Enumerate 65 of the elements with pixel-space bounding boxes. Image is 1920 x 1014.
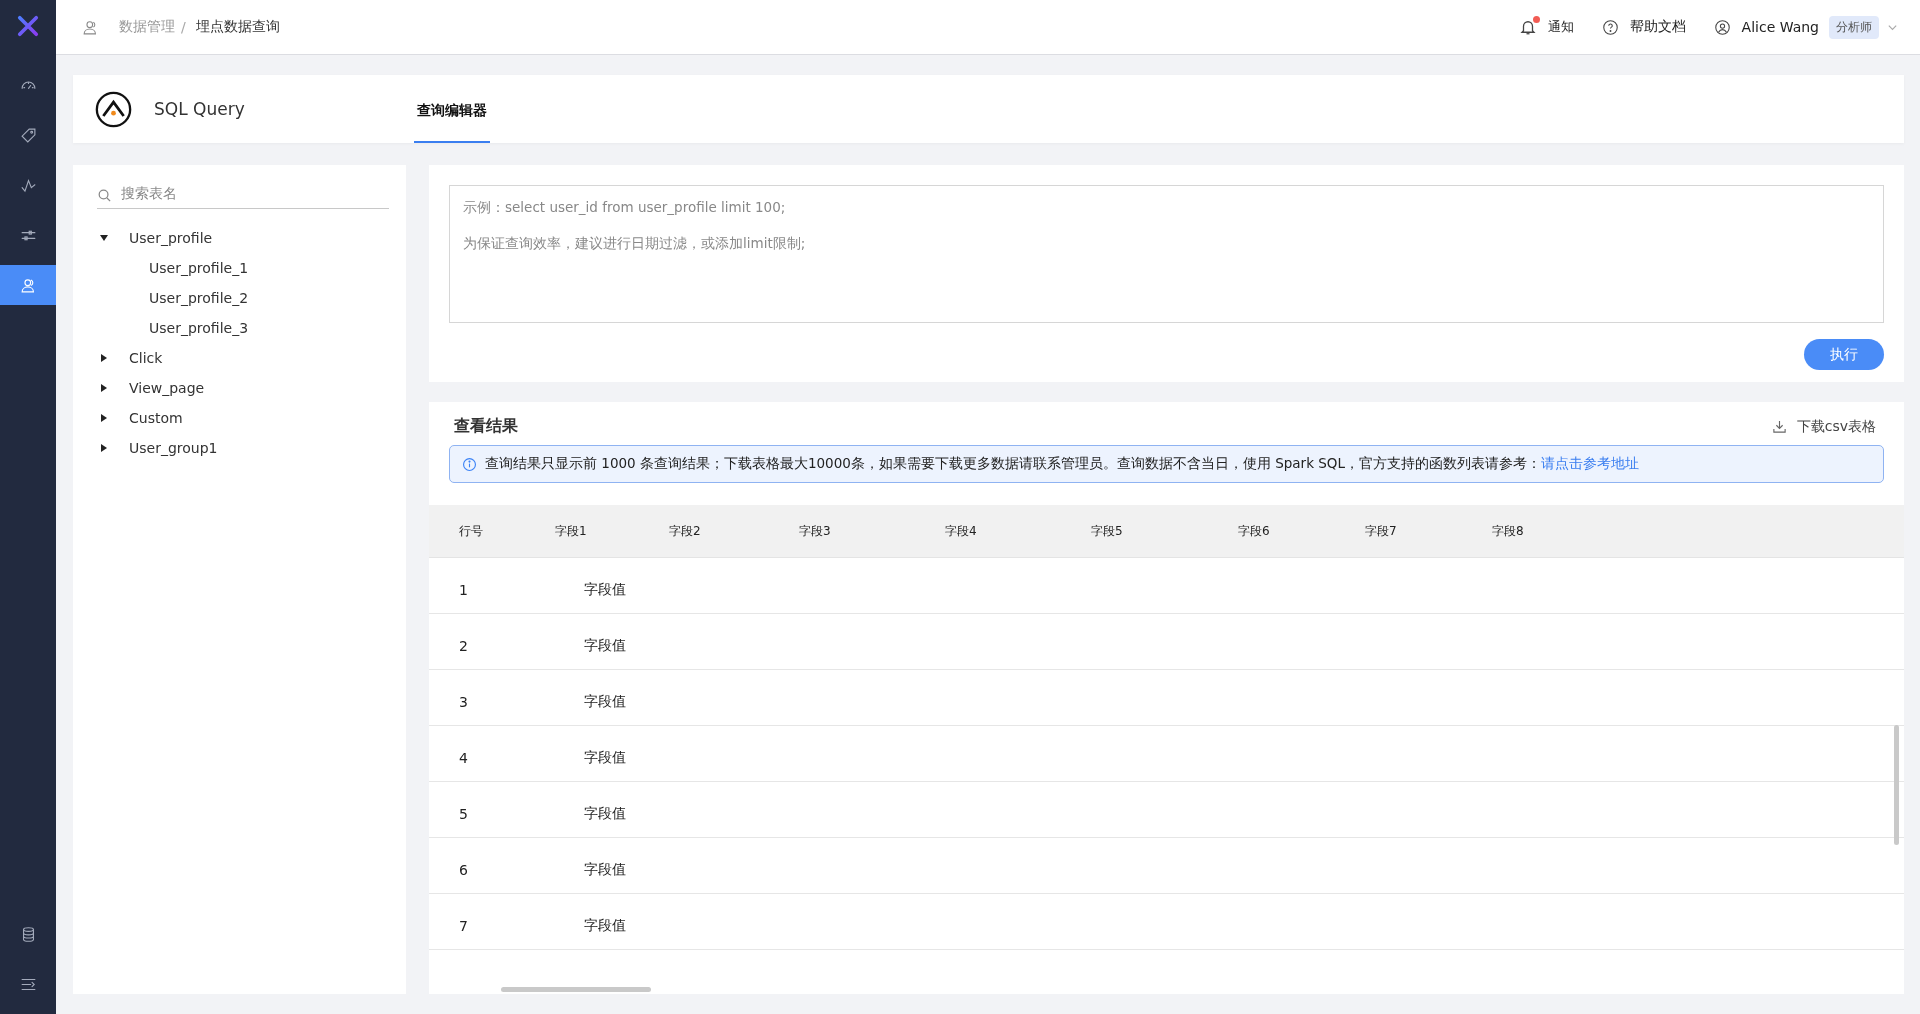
column-header: 字段6 — [1238, 522, 1271, 540]
tree-item[interactable]: Custom — [129, 410, 183, 426]
tab[interactable]: 查询编辑器 — [414, 75, 490, 143]
user-name[interactable]: Alice Wang — [1741, 19, 1819, 35]
breadcrumb-separator: / — [181, 19, 186, 35]
column-header: 字段8 — [1492, 522, 1524, 540]
info-message: 查询结果只显示前 1000 条查询结果；下载表格最大10000条，如果需要下载更多数据请联系管理员。查询数据不含当日，使用 Spark SQL，官方支持的函数列表请参考：请点击参考地址 — [485, 455, 1639, 473]
table-cell: 字段值 — [584, 748, 626, 767]
tree-item[interactable]: User_profile_1 — [149, 260, 249, 276]
notification-link[interactable]: 通知 — [1547, 18, 1574, 36]
table-cell-text: 4 — [458, 749, 469, 766]
nav-item[interactable] — [0, 265, 56, 305]
download-csv-button[interactable]: 下载csv表格 — [1765, 416, 1882, 437]
tree-item[interactable]: User_profile — [129, 230, 213, 246]
reference-link[interactable]: 请点击参考地址 — [1540, 455, 1639, 471]
app-logo-icon — [95, 90, 132, 128]
sql-editor-field[interactable]: 示例：select user_id from user_profile limit 100; 为保证查询效率，建议进行日期过滤，或添加limit限制; — [449, 185, 1884, 323]
table-cell-text: 6 — [458, 861, 469, 878]
vertical-scrollbar[interactable] — [1894, 725, 1899, 845]
table-cell-text: 2 — [458, 637, 469, 654]
users-icon — [19, 276, 37, 294]
caret-icon[interactable] — [99, 413, 109, 423]
tree-item[interactable]: User_profile_3 — [149, 320, 249, 336]
caret-icon[interactable] — [99, 353, 109, 363]
column-header: 字段2 — [669, 522, 702, 540]
table-cell: 字段值 — [584, 804, 626, 823]
tree-item[interactable]: Click — [129, 350, 163, 366]
column-header: 行号 — [458, 522, 484, 540]
table-cell: 字段值 — [584, 636, 626, 655]
table-cell-text: 7 — [458, 917, 469, 934]
caret-icon[interactable] — [99, 383, 109, 393]
tree-item[interactable]: User_profile_2 — [149, 290, 249, 306]
column-header: 字段1 — [555, 522, 588, 540]
caret-icon[interactable] — [99, 233, 109, 243]
column-header: 字段3 — [799, 522, 832, 540]
info-icon — [462, 456, 477, 472]
table-cell: 字段值 — [584, 916, 626, 935]
column-header: 字段7 — [1365, 522, 1398, 540]
breadcrumb-item: 埋点数据查询 — [195, 18, 280, 36]
table-cell-text: 1 — [458, 581, 469, 598]
table-cell: 字段值 — [584, 860, 626, 879]
bell-icon[interactable] — [1518, 18, 1537, 36]
user-avatar-icon[interactable] — [1713, 18, 1731, 36]
pulse-icon — [19, 176, 37, 194]
tree-item[interactable]: View_page — [129, 380, 205, 396]
table-cell: 字段值 — [584, 580, 626, 599]
logo-icon[interactable] — [17, 15, 39, 37]
column-header: 字段4 — [945, 522, 978, 540]
horizontal-scrollbar[interactable] — [501, 987, 651, 992]
app-title: SQL Query — [154, 99, 246, 119]
section-title: 查看结果 — [454, 416, 518, 437]
role-tag: 分析师 — [1829, 15, 1879, 39]
table-cell: 字段值 — [584, 692, 626, 711]
help-docs-link[interactable]: 帮助文档 — [1629, 18, 1686, 36]
help-icon[interactable] — [1601, 18, 1619, 36]
table-cell-text: 5 — [458, 805, 469, 822]
search-field[interactable]: 搜索表名 — [97, 183, 389, 209]
users-icon — [82, 18, 99, 36]
tag-icon — [19, 126, 37, 144]
tree-item[interactable]: User_group1 — [129, 440, 218, 456]
table-cell-text: 3 — [458, 693, 469, 710]
search-icon — [97, 188, 112, 203]
download-icon — [1771, 419, 1787, 434]
caret-icon[interactable] — [99, 443, 109, 453]
column-header: 字段5 — [1091, 522, 1124, 540]
